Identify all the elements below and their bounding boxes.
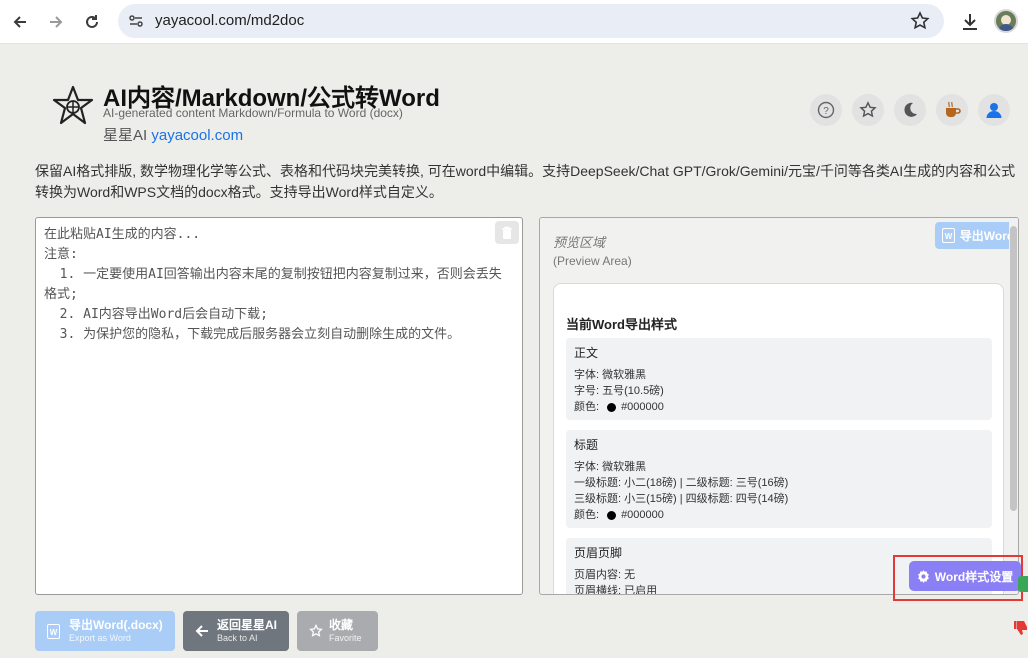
brand-prefix: 星星AI	[103, 127, 148, 144]
export-word-label: 导出Word	[959, 229, 1015, 243]
color-swatch	[607, 402, 617, 412]
word-file-icon: W	[47, 623, 60, 639]
color-label: 颜色:	[574, 509, 600, 521]
section-body-text: 正文 字体: 微软雅黑 字号: 五号(10.5磅) 颜色: #000000	[566, 338, 992, 420]
bookmark-star-icon[interactable]	[910, 11, 930, 31]
style-card-title: 当前Word导出样式	[566, 317, 677, 332]
back-to-ai-label: 返回星星AI	[217, 618, 278, 632]
section-heading: 标题	[574, 438, 599, 452]
svg-text:W: W	[50, 628, 58, 637]
logo-icon	[52, 85, 94, 125]
preview-subtitle: (Preview Area)	[553, 254, 632, 268]
feedback-thumbs-down-icon[interactable]	[1014, 619, 1028, 635]
back-to-ai-sublabel: Back to AI	[217, 633, 258, 643]
style-card: 当前Word导出样式 正文 字体: 微软雅黑 字号: 五号(10.5磅) 颜色:…	[553, 283, 1004, 594]
star-outline-icon	[309, 624, 323, 637]
star-icon[interactable]	[852, 94, 884, 126]
reload-icon[interactable]	[79, 9, 105, 35]
address-bar[interactable]: yayacool.com/md2doc	[118, 4, 944, 38]
arrow-left-icon	[195, 625, 208, 637]
browser-toolbar: yayacool.com/md2doc	[0, 0, 1028, 44]
export-docx-button[interactable]: W 导出Word(.docx) Export as Word	[35, 611, 175, 651]
site-settings-icon[interactable]	[128, 13, 144, 29]
brand-link[interactable]: yayacool.com	[151, 127, 243, 144]
url-text[interactable]: yayacool.com/md2doc	[155, 12, 304, 29]
forward-arrow-icon[interactable]	[43, 9, 69, 35]
heading-sizes-line: 三级标题: 小三(15磅) | 四级标题: 四号(14磅)	[574, 493, 789, 505]
highlight-box	[893, 555, 1023, 601]
color-value: #000000	[621, 401, 664, 413]
page-subtitle: AI-generated content Markdown/Formula to…	[103, 106, 403, 120]
preview-title: 预览区域	[553, 235, 606, 250]
help-circle-icon[interactable]: ?	[810, 94, 842, 126]
color-label: 颜色:	[574, 401, 600, 413]
favorite-sublabel: Favorite	[329, 633, 362, 643]
section-headings: 标题 字体: 微软雅黑 一级标题: 小二(18磅) | 二级标题: 三号(16磅…	[566, 430, 992, 528]
export-docx-label: 导出Word(.docx)	[69, 618, 163, 632]
export-docx-sublabel: Export as Word	[69, 633, 131, 643]
scrollbar-thumb[interactable]	[1010, 226, 1017, 511]
export-word-button[interactable]: W 导出Word	[935, 222, 1018, 249]
color-row: 颜色: #000000	[574, 507, 984, 523]
trash-icon[interactable]	[495, 221, 519, 244]
word-file-icon: W	[941, 228, 955, 243]
color-value: #000000	[621, 509, 664, 521]
user-icon[interactable]	[978, 94, 1010, 126]
section-heading: 正文	[574, 346, 599, 360]
coffee-icon[interactable]	[936, 94, 968, 126]
color-row: 颜色: #000000	[574, 399, 984, 415]
color-swatch	[607, 510, 617, 520]
favorite-button[interactable]: 收藏 Favorite	[297, 611, 378, 651]
brand-line: 星星AI yayacool.com	[103, 124, 243, 145]
font-value: 字体: 微软雅黑	[574, 369, 647, 381]
download-icon[interactable]	[958, 10, 982, 34]
favorite-label: 收藏	[329, 618, 354, 632]
heading-sizes-line: 一级标题: 小二(18磅) | 二级标题: 三号(16磅)	[574, 477, 789, 489]
svg-text:?: ?	[823, 106, 829, 117]
font-value: 字体: 微软雅黑	[574, 461, 647, 473]
moon-icon[interactable]	[894, 94, 926, 126]
back-to-ai-button[interactable]: 返回星星AI Back to AI	[183, 611, 289, 651]
svg-text:W: W	[944, 232, 952, 241]
page-description: 保留AI格式排版, 数学物理化学等公式、表格和代码块完美转换, 可在word中编…	[35, 163, 1016, 200]
size-value: 字号: 五号(10.5磅)	[574, 385, 664, 397]
preview-scrollbar[interactable]	[1009, 218, 1018, 594]
preview-area: 预览区域 (Preview Area) W 导出Word 当前Word导出样式 …	[539, 217, 1019, 595]
back-arrow-icon[interactable]	[7, 9, 33, 35]
content-textarea[interactable]: 在此粘贴AI生成的内容... 注意: 1. 一定要使用AI回答输出内容末尾的复制…	[35, 217, 523, 595]
profile-avatar[interactable]	[994, 9, 1018, 33]
feedback-thumbs-up-icon[interactable]	[1018, 576, 1028, 592]
